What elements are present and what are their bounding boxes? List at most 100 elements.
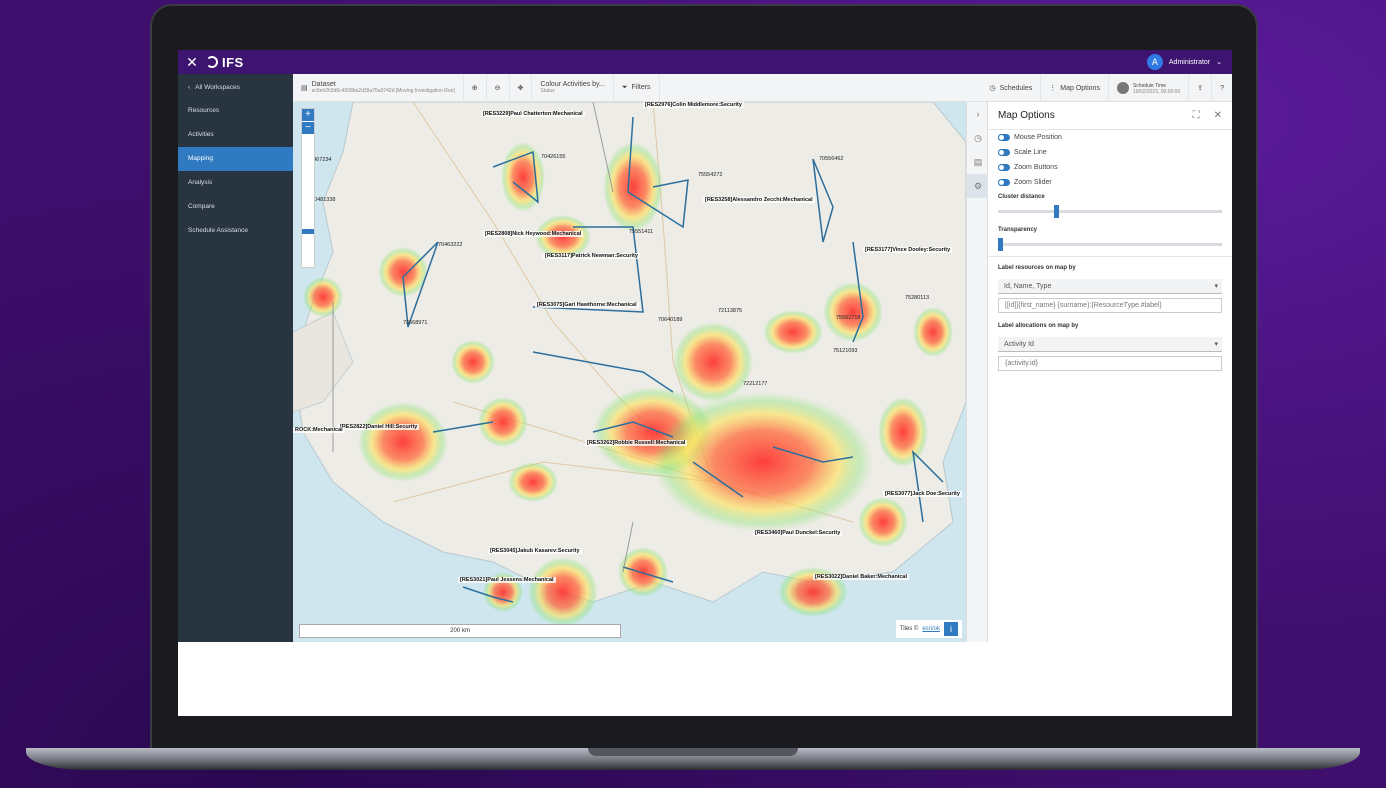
transparency-slider[interactable]	[998, 238, 1222, 251]
activity-label[interactable]: 70640189	[658, 317, 682, 323]
user-name: Administrator	[1168, 58, 1211, 66]
resource-marker[interactable]: [RES3021]Paul Jessens:Mechanical	[458, 577, 556, 583]
avatar: A	[1146, 54, 1163, 70]
label-resources-template-input[interactable]: [[id]]{first_name} {surname}:{ResourceTy…	[998, 298, 1222, 313]
sidebar-item-activities[interactable]: Activities	[178, 123, 293, 147]
schedule-time-value: 19/02/2023, 00:00:00	[1132, 88, 1181, 95]
colour-label: Colour Activities by...	[540, 81, 605, 88]
settings-tab-icon[interactable]: ⚙	[967, 174, 989, 198]
toggle-scale-line[interactable]: Scale Line	[988, 145, 1232, 160]
sidebar-item-schedule-assistance[interactable]: Schedule Assistance	[178, 219, 293, 243]
resource-marker[interactable]: ROCK:Mechanical	[293, 427, 345, 433]
sidebar: ‹ All Workspaces Resources Activities Ma…	[178, 74, 293, 642]
activity-label[interactable]: 72212177	[743, 381, 767, 387]
back-to-workspaces[interactable]: ‹ All Workspaces	[178, 74, 293, 99]
toggle-zoom-slider[interactable]: Zoom Slider	[988, 175, 1232, 190]
activity-label[interactable]: 72113875	[718, 308, 742, 314]
sidebar-item-compare[interactable]: Compare	[178, 195, 293, 219]
zoom-slider-handle[interactable]	[302, 229, 314, 234]
sidebar-item-resources[interactable]: Resources	[178, 99, 293, 123]
activity-label[interactable]: 75554272	[698, 172, 722, 178]
activity-label[interactable]: 75280113	[905, 295, 929, 301]
activity-label[interactable]: 75121093	[833, 348, 857, 354]
resource-marker[interactable]: [RES3077]Jack Doe:Security	[883, 491, 962, 497]
tiles-label: Tiles ©	[899, 626, 919, 632]
export-button[interactable]: ⇪	[1189, 74, 1213, 102]
label-allocations-select[interactable]: Activity Id	[998, 337, 1222, 352]
resource-marker[interactable]: [RES3022]Daniel Baker:Mechanical	[813, 574, 910, 580]
activity-label[interactable]: 70426155	[541, 154, 565, 160]
cluster-distance-slider[interactable]	[998, 205, 1222, 218]
zoom-in-button[interactable]: +	[302, 109, 314, 121]
resource-marker[interactable]: [RES3045]Jakub Kasarev:Security	[488, 548, 582, 554]
close-icon[interactable]: ✕	[1214, 110, 1222, 121]
tiles-attribution: Tiles © esri/ok i	[895, 620, 962, 638]
label-allocations-template-input[interactable]: {activity.id}	[998, 356, 1222, 371]
activity-label[interactable]: 75562718	[836, 315, 860, 321]
user-menu[interactable]: A Administrator ⌄	[1146, 54, 1222, 70]
logo-text: IFS	[222, 54, 244, 70]
colour-value: Status	[540, 88, 555, 94]
app-screen: ✕ IFS A Administrator ⌄ ‹ All Workspaces…	[178, 50, 1232, 716]
zoom-out-button[interactable]: ⊖	[487, 73, 510, 102]
toggle-switch[interactable]	[998, 179, 1010, 186]
toggle-switch[interactable]	[998, 149, 1010, 156]
toggle-label: Scale Line	[1014, 149, 1047, 156]
map-options-button[interactable]: ⋮ Map Options	[1041, 74, 1109, 102]
zoom-in-icon: ⊕	[471, 84, 478, 92]
resource-marker[interactable]: [RES3117]Patrick Newman:Security	[543, 253, 640, 259]
slider-handle[interactable]	[998, 238, 1003, 251]
map-canvas[interactable]: [RES3229]Paul Chatterton:Mechanical [RES…	[293, 102, 966, 642]
resource-marker[interactable]: [RES3262]Robbie Russell:Mechanical	[585, 440, 688, 446]
map-svg	[293, 102, 966, 627]
fit-extent-button[interactable]: ✥	[510, 73, 533, 102]
resource-marker[interactable]: [RES3229]Paul Chatterton:Mechanical	[481, 111, 585, 117]
schedules-button[interactable]: ◷ Schedules	[981, 74, 1042, 102]
colour-activities-selector[interactable]: Colour Activities by... Status	[532, 73, 614, 102]
expand-icon[interactable]: ⛶	[1193, 110, 1200, 121]
filters-label: Filters	[631, 84, 651, 91]
resource-marker[interactable]: [RES3258]Alessandro Zecchi:Mechanical	[703, 197, 815, 203]
toggle-mouse-position[interactable]: Mouse Position	[988, 130, 1232, 145]
activity-label[interactable]: 70463222	[438, 242, 462, 248]
filters-button[interactable]: ⏷ Filters	[614, 73, 660, 102]
resource-marker[interactable]: [RES3075]Gari Hawthorne:Mechanical	[535, 302, 639, 308]
toggle-zoom-buttons[interactable]: Zoom Buttons	[988, 160, 1232, 175]
calendar-icon: ◷	[989, 85, 996, 92]
clock-tab-icon[interactable]: ◷	[967, 126, 989, 150]
sidebar-item-analysis[interactable]: Analysis	[178, 171, 293, 195]
sidebar-item-mapping[interactable]: Mapping	[178, 147, 293, 171]
collapse-chevron-icon[interactable]: ›	[967, 102, 989, 126]
zoom-in-button[interactable]: ⊕	[464, 73, 487, 102]
dataset-icon: ▤	[301, 84, 308, 92]
map-options-label: Map Options	[1060, 84, 1100, 92]
label-resources-heading: Label resources on map by	[998, 265, 1076, 271]
upload-icon: ⇪	[1197, 85, 1204, 92]
zoom-out-button[interactable]: −	[302, 122, 314, 134]
resource-marker[interactable]: [RES3460]Paul Dunckel:Security	[753, 530, 843, 536]
map-options-panel: Map Options ⛶ ✕ Mouse Position Scale Lin…	[988, 102, 1232, 642]
help-button[interactable]: ?	[1212, 74, 1232, 102]
resource-marker[interactable]: [RES2976]Colin Middlemore:Security	[643, 102, 744, 108]
list-tab-icon[interactable]: ▤	[967, 150, 989, 174]
info-icon[interactable]: i	[944, 622, 958, 636]
tiles-link[interactable]: esri/ok	[922, 626, 940, 632]
resource-marker[interactable]: [RES2808]Nick Heywood:Mechanical	[483, 231, 584, 237]
cluster-distance-label: Cluster distance	[998, 194, 1045, 200]
activity-label[interactable]: 73668971	[403, 320, 427, 326]
toggle-switch[interactable]	[998, 134, 1010, 141]
zoom-out-icon: ⊖	[494, 84, 501, 92]
schedule-time[interactable]: Schedule Time 19/02/2023, 00:00:00	[1109, 74, 1190, 102]
toggle-switch[interactable]	[998, 164, 1010, 171]
filter-icon: ⏷	[621, 83, 628, 91]
slider-handle[interactable]	[1054, 205, 1059, 218]
close-icon[interactable]: ✕	[178, 54, 206, 71]
toggle-label: Zoom Buttons	[1014, 164, 1058, 171]
resource-marker[interactable]: [RES3177]Vince Dooley:Security	[863, 247, 953, 253]
dataset-selector[interactable]: ▤ Dataset ec5eh2h3d6c4908ba2d39a75a0742d…	[293, 73, 464, 102]
activity-label[interactable]: 70556462	[819, 156, 843, 162]
label-resources-select[interactable]: Id, Name, Type	[998, 279, 1222, 294]
schedules-label: Schedules	[999, 84, 1033, 92]
activity-label[interactable]: 75551411	[629, 229, 653, 235]
resource-marker[interactable]: [RES2822]Daniel Hill:Security	[338, 424, 420, 430]
